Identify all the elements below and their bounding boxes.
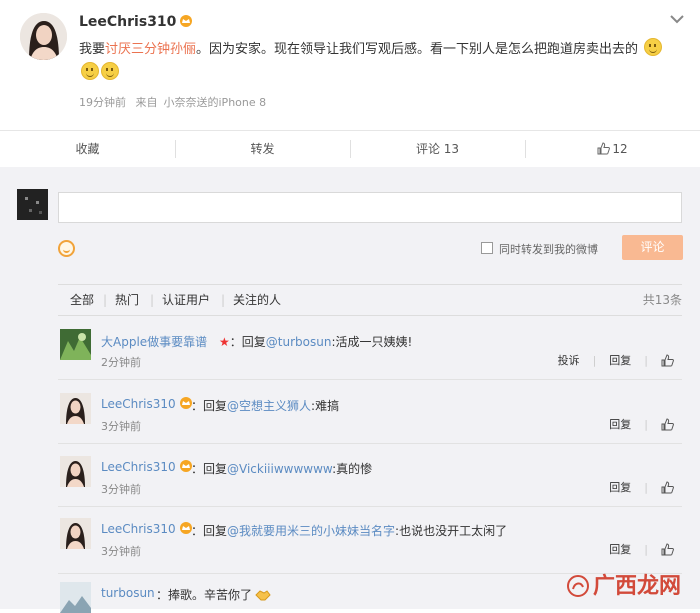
like-count: 12: [612, 142, 628, 156]
sync-repost-label: 同时转发到我的微博: [499, 243, 598, 256]
favorite-button[interactable]: 收藏: [0, 131, 175, 167]
author-avatar[interactable]: [20, 13, 67, 60]
commenter-name[interactable]: LeeChris310: [101, 522, 193, 536]
comment-text: ★：回复@turbosun:活成一只姨姨!: [219, 335, 413, 349]
source-prefix: 来自: [135, 96, 158, 109]
watermark-text: 广西龙网: [593, 574, 682, 599]
tab-following[interactable]: 关注的人: [221, 285, 281, 315]
handshake-emoji-icon: [255, 590, 271, 601]
commenter-avatar[interactable]: [60, 582, 91, 613]
mention-link[interactable]: @Vickiiiwwwwww: [227, 462, 332, 476]
comment-time: 3分钟前: [101, 483, 141, 496]
site-watermark: 广西龙网: [567, 568, 681, 600]
emoji-picker-icon[interactable]: [58, 240, 75, 257]
comment-actions: 投诉 | 回复 |: [545, 352, 676, 368]
comment-text: ：回复@Vickiiiwwwwww:真的惨: [191, 462, 373, 476]
reply-button[interactable]: 回复: [609, 479, 631, 495]
mention-link[interactable]: @我就要用米三的小妹妹当名字: [227, 524, 395, 538]
thumbs-up-icon[interactable]: [661, 542, 674, 556]
sync-repost-checkbox[interactable]: [481, 242, 493, 254]
smile-emoji-icon: [81, 62, 99, 80]
post-time[interactable]: 19分钟前: [79, 96, 126, 109]
report-button[interactable]: 投诉: [558, 352, 580, 368]
comment-time: 2分钟前: [101, 356, 141, 369]
commenter-avatar[interactable]: [60, 393, 91, 424]
vip-crown-icon: [180, 15, 193, 27]
comment-panel: 同时转发到我的微博 评论 全部 热门 认证用户 关注的人 共13条 大Apple…: [0, 167, 700, 613]
commenter-name[interactable]: LeeChris310: [101, 460, 193, 474]
comment-time: 3分钟前: [101, 420, 141, 433]
commenter-name[interactable]: turbosun: [101, 586, 155, 600]
comment-actions: 回复 |: [596, 541, 676, 557]
weibo-post: LeeChris310 我要讨厌三分钟孙俪。因为安家。现在领导让我们写观后感。看…: [0, 0, 700, 130]
like-button[interactable]: 12: [525, 131, 700, 167]
smile-emoji-icon: [101, 62, 119, 80]
tab-hot[interactable]: 热门: [103, 285, 139, 315]
comment-actions: 回复 |: [596, 416, 676, 432]
verified-star-icon: ★: [219, 335, 230, 349]
commenter-avatar[interactable]: [60, 456, 91, 487]
sync-repost-option[interactable]: 同时转发到我的微博: [481, 241, 598, 257]
mention-link[interactable]: @turbosun: [266, 335, 332, 349]
thumbs-up-icon[interactable]: [661, 417, 674, 431]
comment-button[interactable]: 评论 13: [350, 131, 525, 167]
author-name[interactable]: LeeChris310: [79, 14, 193, 30]
comment-time: 3分钟前: [101, 545, 141, 558]
post-source[interactable]: 小奈奈送的iPhone 8: [164, 96, 267, 109]
chevron-down-icon[interactable]: [670, 14, 684, 24]
repost-button[interactable]: 转发: [175, 131, 350, 167]
site-logo-icon: [567, 575, 589, 597]
comment-text: ：捧歌。辛苦你了: [156, 586, 271, 603]
tab-verified[interactable]: 认证用户: [150, 285, 210, 315]
reply-button[interactable]: 回复: [609, 416, 631, 432]
post-text: 我要讨厌三分钟孙俪。因为安家。现在领导让我们写观后感。看一下别人是怎么把跑道房卖…: [79, 38, 679, 86]
thumbs-up-icon[interactable]: [661, 480, 674, 494]
comment-input[interactable]: [58, 192, 682, 223]
smile-emoji-icon: [644, 38, 663, 56]
post-meta: 19分钟前 来自 小奈奈送的iPhone 8: [79, 94, 272, 110]
tab-all[interactable]: 全部: [70, 285, 94, 315]
comment-actions: 回复 |: [596, 479, 676, 495]
current-user-avatar[interactable]: [17, 189, 48, 220]
thumbs-up-icon: [597, 142, 611, 155]
comment-total: 共13条: [642, 293, 682, 307]
commenter-name[interactable]: LeeChris310: [101, 397, 193, 411]
post-hashtag[interactable]: 讨厌三分钟孙俪: [105, 42, 196, 57]
commenter-name[interactable]: 大Apple做事要靠谱: [101, 333, 207, 350]
reply-button[interactable]: 回复: [609, 541, 631, 557]
post-action-bar: 收藏 转发 评论 13 12: [0, 130, 700, 168]
thumbs-up-icon[interactable]: [661, 353, 674, 367]
comment-text: ：回复@我就要用米三的小妹妹当名字:也说也没开工太闲了: [191, 524, 508, 538]
comment-filter-tabs: 全部 热门 认证用户 关注的人 共13条: [58, 284, 682, 316]
commenter-avatar[interactable]: [60, 518, 91, 549]
reply-button[interactable]: 回复: [609, 352, 631, 368]
mention-link[interactable]: @空想主义狮人: [227, 399, 311, 413]
comment-text: ：回复@空想主义狮人:难搞: [191, 399, 340, 413]
submit-comment-button[interactable]: 评论: [622, 235, 683, 260]
commenter-avatar[interactable]: [60, 329, 91, 360]
